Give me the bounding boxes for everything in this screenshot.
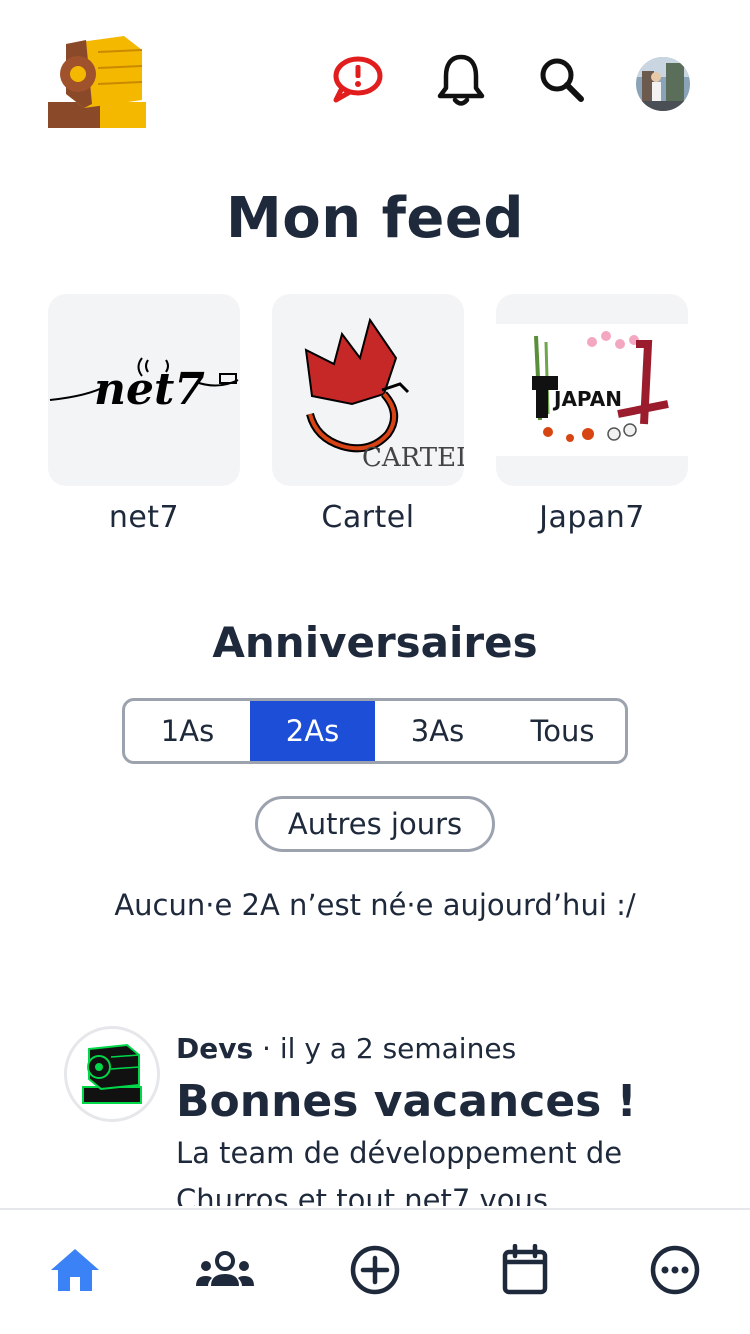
other-days-button[interactable]: Autres jours [255, 796, 495, 852]
page-title: Mon feed [226, 186, 524, 251]
tab-3as[interactable]: 3As [375, 701, 500, 761]
tab-tous[interactable]: Tous [500, 701, 625, 761]
birthdays-title: Anniversaires [212, 618, 538, 667]
groups-icon [194, 1248, 256, 1296]
year-selector: 1As 2As 3As Tous [122, 698, 628, 764]
home-icon [49, 1246, 101, 1298]
net7-logo-text: net7 [94, 364, 205, 415]
club-logo-cartel: CARTEL [272, 294, 464, 486]
tab-2as[interactable]: 2As [250, 701, 375, 761]
post-title[interactable]: Bonnes vacances ! [176, 1076, 637, 1127]
bell-icon[interactable] [431, 50, 491, 110]
user-avatar[interactable] [636, 57, 690, 111]
post-body: La team de développement de Churros et t… [176, 1136, 623, 1206]
post-author[interactable]: Devs [176, 1032, 253, 1065]
cartel-logo-text: CARTEL [362, 443, 464, 473]
more-icon [649, 1244, 701, 1300]
meta-separator: · [253, 1032, 280, 1065]
tab-1as[interactable]: 1As [125, 701, 250, 761]
japan7-logo-text: JAPAN [552, 387, 622, 411]
no-birthday-message: Aucun·e 2A n’est né·e aujourd’hui :/ [114, 888, 636, 922]
nav-home[interactable] [0, 1210, 150, 1334]
add-circle-icon [349, 1244, 401, 1300]
feed-post: Devs · il y a 2 semaines Bonnes vacances… [64, 1026, 704, 1206]
alert-bubble-icon[interactable] [326, 50, 386, 110]
bottom-nav [0, 1208, 750, 1334]
top-bar [0, 0, 750, 160]
club-list: net7 net7 CARTEL Cartel JAPAN Japan7 [48, 294, 688, 535]
nav-groups[interactable] [150, 1210, 300, 1334]
club-net7[interactable]: net7 net7 [48, 294, 240, 535]
club-name: Japan7 [539, 500, 645, 535]
club-logo-net7: net7 [48, 294, 240, 486]
post-time: il y a 2 semaines [279, 1032, 517, 1065]
nav-calendar[interactable] [450, 1210, 600, 1334]
nav-more[interactable] [600, 1210, 750, 1334]
club-cartel[interactable]: CARTEL Cartel [272, 294, 464, 535]
club-japan7[interactable]: JAPAN Japan7 [496, 294, 688, 535]
club-name: Cartel [321, 500, 415, 535]
calendar-icon [501, 1243, 549, 1300]
search-icon[interactable] [532, 50, 592, 110]
post-meta: Devs · il y a 2 semaines [176, 1032, 516, 1065]
club-logo-japan7: JAPAN [496, 294, 688, 486]
nav-create[interactable] [300, 1210, 450, 1334]
club-name: net7 [108, 500, 180, 535]
app-logo[interactable] [46, 30, 148, 130]
post-author-avatar[interactable] [64, 1026, 160, 1122]
